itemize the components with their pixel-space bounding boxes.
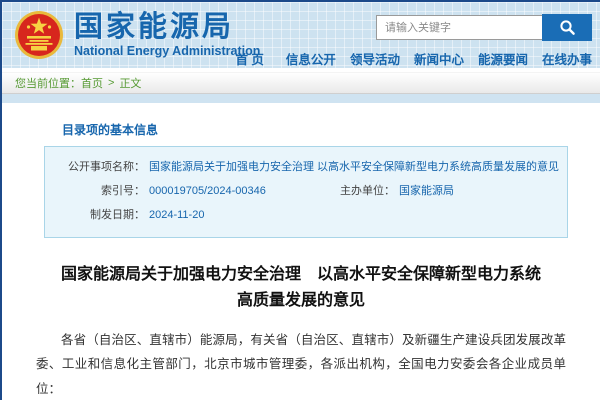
site-title-en: National Energy Administration [74, 44, 261, 59]
table-row: 公开事项名称： 国家能源局关于加强电力安全治理 以高水平安全保障新型电力系统高质… [45, 155, 567, 179]
nav-item-energy-news[interactable]: 能源要闻 [478, 49, 528, 68]
breadcrumb-current: 正文 [119, 78, 142, 90]
main-nav: 首 页 信息公开 领导活动 新闻中心 能源要闻 在线办事 [235, 49, 592, 68]
nav-item-news-center[interactable]: 新闻中心 [414, 49, 464, 68]
page: 国家能源局 National Energy Administration 首 页… [0, 0, 600, 400]
field-label-index-number: 索引号： [101, 185, 145, 197]
nav-item-info-disclosure[interactable]: 信息公开 [286, 49, 336, 68]
article-title: 国家能源局关于加强电力安全治理 以高水平安全保障新型电力系统高质量发展的意见 [60, 266, 541, 310]
nav-item-online-service[interactable]: 在线办事 [542, 49, 592, 68]
site-header: 国家能源局 National Energy Administration 首 页… [2, 2, 600, 68]
table-row: 索引号： 000019705/2024-00346 主办单位： 国家能源局 [45, 179, 567, 203]
breadcrumb-separator: > [108, 77, 115, 89]
divider-strip [2, 94, 600, 103]
breadcrumb: 您当前位置： 首页 > 正文 [2, 72, 600, 94]
breadcrumb-home-link[interactable]: 首页 [81, 75, 103, 91]
nav-item-home[interactable]: 首 页 [235, 49, 263, 68]
field-label-issue-date: 制发日期： [90, 209, 145, 221]
field-value-host-unit: 国家能源局 [399, 185, 454, 197]
national-emblem-icon [15, 11, 63, 59]
search-button[interactable] [542, 14, 592, 41]
field-label-host-unit: 主办单位： [340, 185, 395, 197]
search-icon [559, 20, 575, 35]
field-label-item-name: 公开事项名称： [68, 161, 145, 173]
catalog-info-table: 公开事项名称： 国家能源局关于加强电力安全治理 以高水平安全保障新型电力系统高质… [44, 146, 568, 238]
search-area [376, 14, 592, 41]
breadcrumb-label: 您当前位置： [15, 78, 81, 90]
table-row: 制发日期： 2024-11-20 [45, 203, 567, 227]
search-input[interactable] [376, 15, 542, 40]
content-area: 目录项的基本信息 公开事项名称： 国家能源局关于加强电力安全治理 以高水平安全保… [2, 121, 600, 400]
catalog-info-title: 目录项的基本信息 [62, 123, 159, 137]
field-value-issue-date: 2024-11-20 [149, 209, 205, 221]
nav-item-leadership[interactable]: 领导活动 [350, 49, 400, 68]
logo-block[interactable]: 国家能源局 National Energy Administration [14, 10, 260, 60]
field-value-item-name: 国家能源局关于加强电力安全治理 以高水平安全保障新型电力系统高质量发展的意见 [149, 161, 560, 173]
field-value-index-number: 000019705/2024-00346 [149, 185, 266, 197]
article-paragraph-addressees: 各省（自治区、直辖市）能源局，有关省（自治区、直辖市）及新疆生产建设兵团发展改革… [36, 332, 566, 396]
site-title-block: 国家能源局 National Energy Administration [74, 10, 261, 59]
site-title-cn: 国家能源局 [74, 10, 235, 43]
